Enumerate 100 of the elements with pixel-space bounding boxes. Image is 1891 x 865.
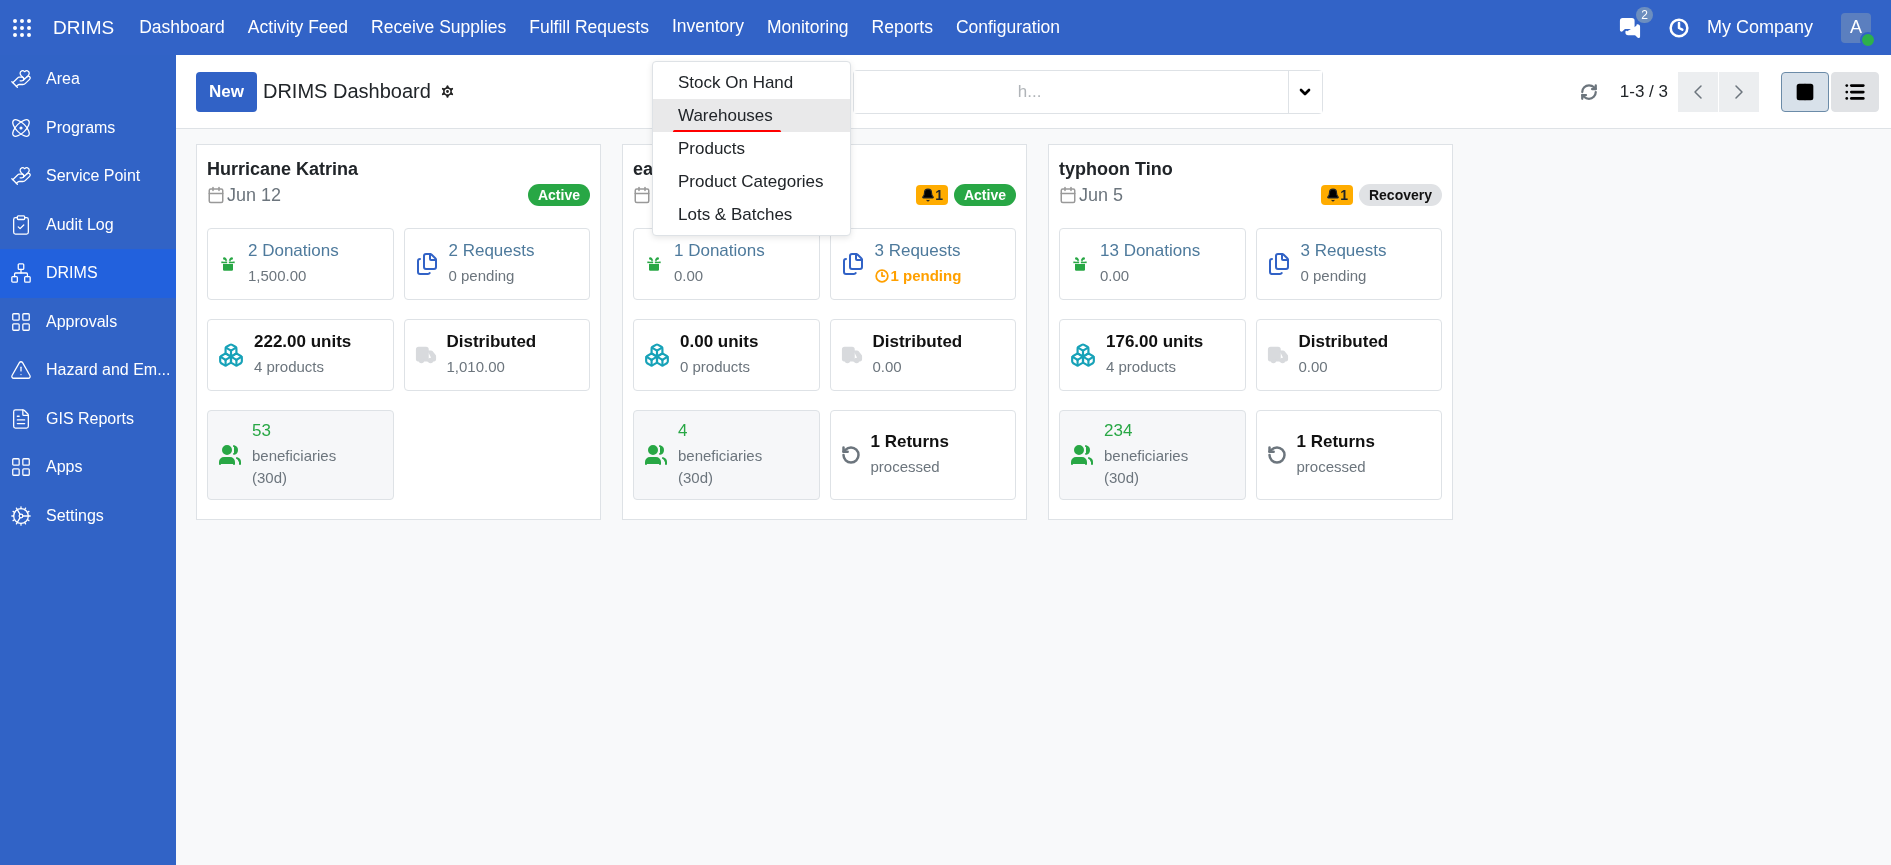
sidebar-item[interactable]: DRIMS (0, 249, 176, 298)
kanban-icon (1795, 81, 1815, 102)
stat-tile[interactable]: 3 Requests 1 pending (829, 228, 1016, 300)
event-card[interactable]: typhoon Tino Jun 5 1 Recovery 13 Donations 0.00 3 Requests 0 pending 176.00 units 4 products Distributed 0.00 234 beneficiaries (30d) 1 Returns processed (1048, 144, 1453, 520)
users-icon (644, 442, 668, 467)
tile-title: 0.00 units (680, 332, 759, 353)
gift-icon (644, 254, 664, 274)
search-field[interactable]: h... (852, 69, 1323, 114)
tile-title: 13 Donations (1100, 241, 1201, 262)
menu-item[interactable]: Monitoring (766, 13, 849, 42)
menu-item[interactable]: Dashboard (139, 13, 225, 42)
undo-icon (840, 444, 861, 465)
tile-subtitle: beneficiaries (30d) (252, 446, 338, 488)
tile-subtitle: processed (1296, 456, 1367, 477)
tile-subtitle: 4 products (254, 357, 326, 378)
calendar-icon (633, 186, 651, 204)
tile-subtitle: 0.00 (872, 357, 903, 378)
tile-subtitle: 0 pending (1300, 266, 1368, 287)
sidebar-item[interactable]: Audit Log (0, 200, 176, 249)
tile-title: 234 (1104, 421, 1134, 441)
stat-tile[interactable]: 53 beneficiaries (30d) (207, 410, 394, 500)
app-name[interactable]: DRIMS (53, 16, 115, 39)
status-badge: Active (953, 184, 1016, 206)
stat-tile[interactable]: 176.00 units 4 products (1059, 319, 1246, 391)
sidebar-item[interactable]: Programs (0, 103, 176, 152)
dropdown-item[interactable]: Products (653, 132, 850, 165)
tile-title: 3 Requests (1300, 241, 1387, 262)
tile-title: Distributed (872, 332, 963, 353)
sidebar-item[interactable]: GIS Reports (0, 394, 176, 443)
stat-tile[interactable]: Distributed 0.00 (829, 319, 1016, 391)
menu-item[interactable]: Activity Feed (247, 13, 349, 42)
stat-tile[interactable]: 1 Donations 0.00 (633, 228, 820, 300)
sidebar-item[interactable]: Area (0, 55, 176, 104)
menu-item[interactable]: Inventory (671, 12, 744, 43)
tile-title: 2 Requests (448, 241, 535, 262)
alert-badge: 1 (916, 185, 948, 205)
card-title: ea (633, 159, 655, 180)
sidebar-item[interactable]: Apps (0, 443, 176, 492)
boxes-icon (1070, 342, 1096, 368)
sidebar-item[interactable]: Service Point (0, 152, 176, 201)
truck-icon (840, 344, 863, 366)
sidebar-item[interactable]: Approvals (0, 297, 176, 346)
stat-tile[interactable]: 2 Donations 1,500.00 (207, 228, 394, 300)
menu-item[interactable]: Receive Supplies (371, 13, 507, 42)
stat-tile[interactable]: 1 Returns processed (1255, 410, 1442, 500)
event-card[interactable]: Hurricane Katrina Jun 12 Active 2 Donations 1,500.00 2 Requests 0 pending 222.00 units 4 products Distributed 1,010.00 53 beneficiaries (30d) (196, 144, 601, 520)
refresh-icon[interactable] (1579, 82, 1598, 101)
tile-title: 2 Donations (248, 241, 339, 262)
dropdown-item[interactable]: Lots & Batches (653, 198, 850, 231)
kanban-view-button[interactable] (1781, 71, 1829, 112)
card-title: Hurricane Katrina (207, 159, 360, 180)
company-name[interactable]: My Company (1706, 17, 1813, 38)
tile-title: 222.00 units (254, 332, 352, 353)
tile-subtitle: 0.00 (1298, 357, 1329, 378)
search-toggle[interactable] (1287, 70, 1322, 113)
tile-title: 1 Returns (870, 431, 949, 452)
stat-tile[interactable]: 222.00 units 4 products (207, 319, 394, 391)
card-title: typhoon Tino (1059, 159, 1174, 180)
menu-item[interactable]: Reports (871, 13, 933, 42)
tile-title: Distributed (1298, 332, 1389, 353)
clock-icon[interactable] (1668, 17, 1689, 38)
gear-icon[interactable] (438, 83, 456, 100)
stat-tile[interactable]: 0.00 units 0 products (633, 319, 820, 391)
atom-icon (10, 116, 32, 139)
dropdown-item[interactable]: Product Categories (653, 165, 850, 198)
warning-icon (10, 359, 32, 382)
document-icon (10, 407, 32, 430)
menu-item[interactable]: Configuration (955, 13, 1060, 42)
tile-title: 53 (252, 421, 272, 441)
stat-tile[interactable]: 13 Donations 0.00 (1059, 228, 1246, 300)
users-icon (1070, 442, 1094, 467)
tile-title: 1 Returns (1296, 431, 1375, 452)
sidebar-item[interactable]: Settings (0, 491, 176, 540)
grid-icon (10, 456, 32, 479)
tile-subtitle: 0.00 (674, 266, 705, 287)
menu-item[interactable]: Fulfill Requests (529, 13, 649, 42)
tile-subtitle: processed (870, 456, 941, 477)
tile-subtitle: 4 products (1106, 357, 1178, 378)
stat-tile[interactable]: Distributed 0.00 (1255, 319, 1442, 391)
tile-subtitle: 1,500.00 (248, 266, 308, 287)
clipboard-check-icon (10, 213, 32, 236)
stat-tile[interactable]: 2 Requests 0 pending (403, 228, 590, 300)
stat-tile[interactable]: 1 Returns processed (829, 410, 1016, 500)
tile-title: 3 Requests (874, 241, 962, 262)
files-icon (414, 252, 439, 276)
boxes-icon (218, 342, 244, 368)
new-button[interactable]: New (196, 71, 257, 112)
sidebar-item[interactable]: Hazard and Em... (0, 346, 176, 395)
stat-tile[interactable]: 3 Requests 0 pending (1255, 228, 1442, 300)
dropdown-item[interactable]: Stock On Hand (653, 66, 850, 99)
stat-tile[interactable]: Distributed 1,010.00 (403, 319, 590, 391)
calendar-icon (1059, 186, 1077, 204)
stat-tile[interactable]: 234 beneficiaries (30d) (1059, 410, 1246, 500)
dropdown-item[interactable]: Warehouses (653, 99, 850, 132)
list-view-button[interactable] (1831, 71, 1879, 112)
tile-subtitle: beneficiaries (30d) (678, 446, 764, 488)
chat-icon[interactable] (1618, 16, 1641, 39)
tile-subtitle: 0 pending (448, 266, 516, 287)
stat-tile[interactable]: 4 beneficiaries (30d) (633, 410, 820, 500)
tile-subtitle: 0.00 (1100, 266, 1131, 287)
